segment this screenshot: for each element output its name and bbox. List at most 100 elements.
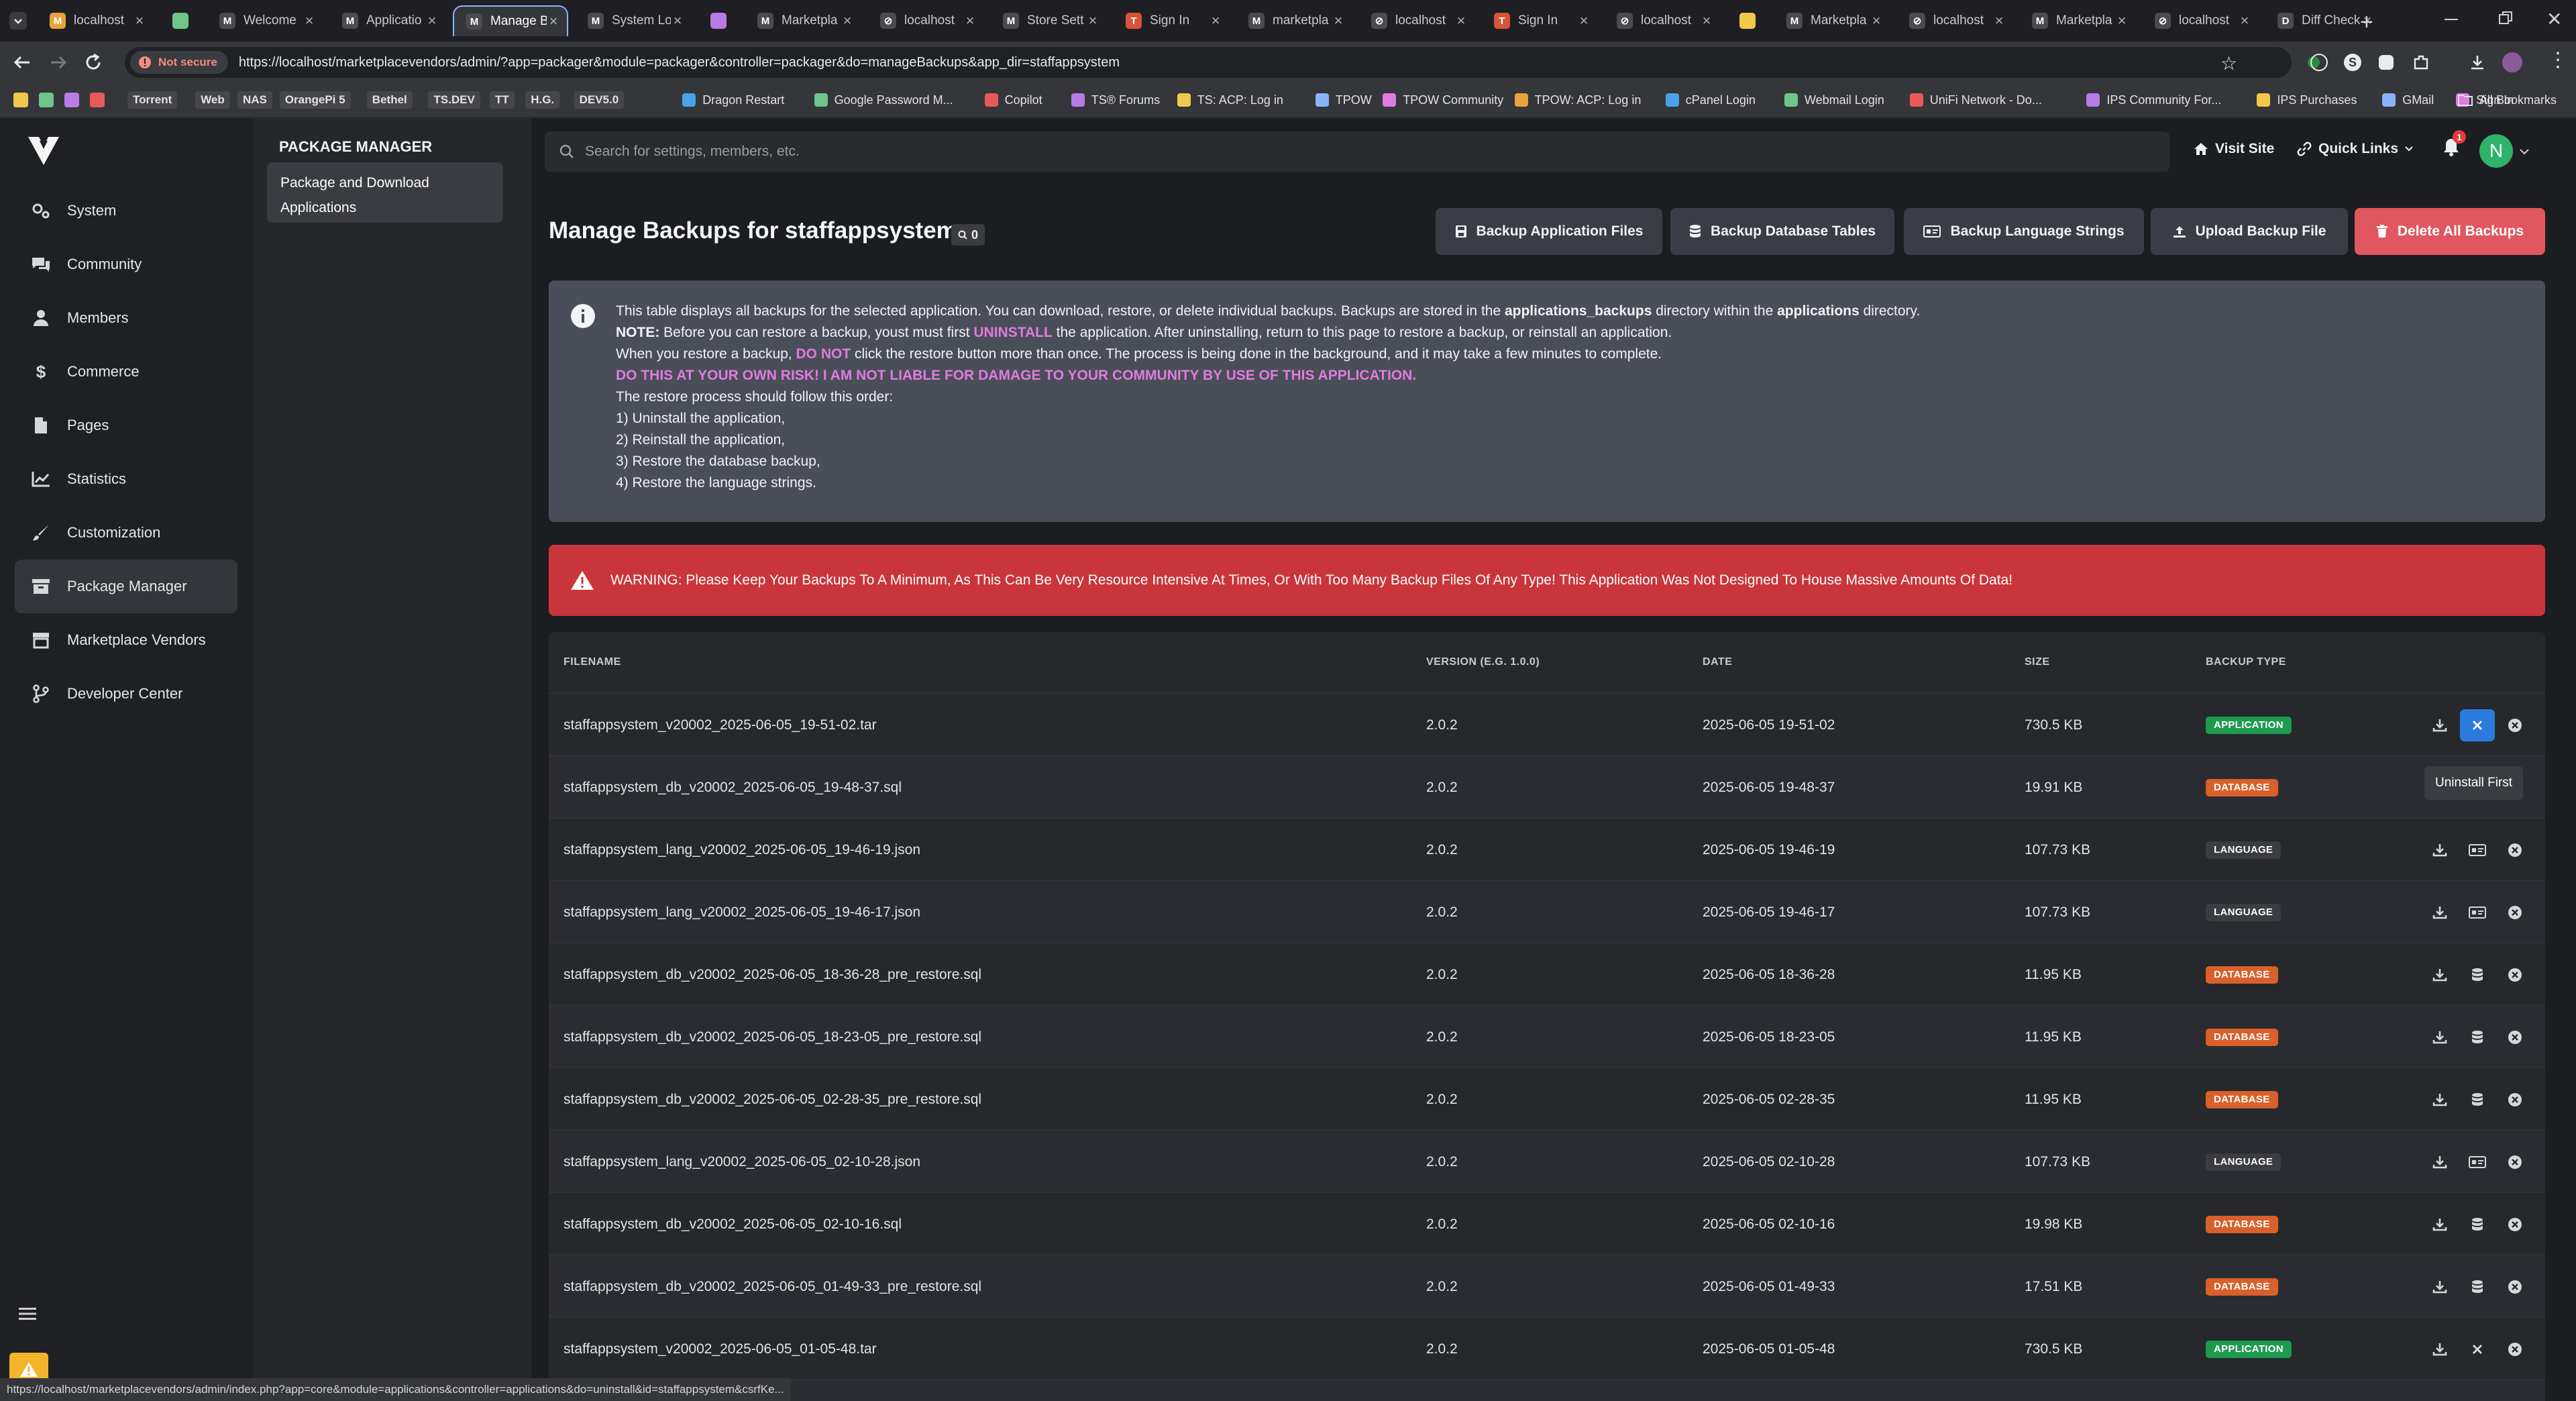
tab-close-icon[interactable]: × bbox=[133, 12, 146, 30]
notifications-bell[interactable]: 1 bbox=[2442, 130, 2466, 157]
delete-backup-icon[interactable] bbox=[2497, 1068, 2533, 1131]
download-backup-icon[interactable] bbox=[2422, 881, 2458, 943]
minimize-button[interactable] bbox=[2445, 19, 2458, 20]
download-backup-icon[interactable] bbox=[2422, 819, 2458, 881]
tab-close-icon[interactable]: × bbox=[547, 13, 560, 30]
user-avatar[interactable]: N bbox=[2479, 134, 2513, 168]
download-backup-icon[interactable] bbox=[2422, 1068, 2458, 1131]
browser-tab[interactable]: M System Lo × bbox=[576, 5, 691, 36]
upload-backup-file-button[interactable]: Upload Backup File bbox=[2151, 208, 2348, 255]
browser-tab[interactable]: Mlocalhost × bbox=[38, 5, 153, 36]
browser-tab[interactable]: ⊘ localhost × bbox=[2143, 5, 2258, 36]
extension-g-icon[interactable] bbox=[2310, 54, 2328, 71]
column-header-size[interactable]: SIZE bbox=[2025, 656, 2050, 668]
subnav-item-package-download[interactable]: Package and Download Applications bbox=[267, 162, 503, 223]
reload-icon[interactable] bbox=[83, 52, 103, 72]
bookmark-item[interactable]: TPOW Community bbox=[1383, 89, 1503, 111]
tab-close-icon[interactable]: × bbox=[1870, 12, 1883, 30]
uninstall-first-icon[interactable] bbox=[2460, 709, 2495, 741]
browser-tab[interactable] bbox=[1727, 5, 1768, 36]
tab-close-icon[interactable]: × bbox=[1332, 12, 1345, 30]
search-bar[interactable] bbox=[545, 132, 2169, 172]
bookmark-item[interactable]: Copilot bbox=[984, 89, 1042, 111]
bookmark-item[interactable]: IPS Community For... bbox=[2086, 89, 2221, 111]
uninstall-first-icon[interactable] bbox=[2459, 1318, 2496, 1380]
restore-database-icon[interactable] bbox=[2459, 1255, 2496, 1318]
bookmark-item[interactable]: Web bbox=[195, 89, 230, 111]
bookmark-yellow-icon[interactable] bbox=[13, 93, 28, 107]
bookmark-item[interactable]: NAS bbox=[237, 89, 272, 111]
sidebar-item-marketplace-vendors[interactable]: Marketplace Vendors bbox=[15, 613, 237, 667]
bookmark-item[interactable]: Webmail Login bbox=[1784, 89, 1884, 111]
tab-close-icon[interactable]: × bbox=[1086, 12, 1099, 30]
restore-database-icon[interactable] bbox=[2459, 943, 2496, 1006]
collapse-menu-icon[interactable] bbox=[19, 1307, 36, 1320]
tab-close-icon[interactable]: × bbox=[2115, 12, 2129, 30]
browser-tab[interactable]: T Sign In × bbox=[1482, 5, 1597, 36]
tab-close-icon[interactable]: × bbox=[671, 12, 684, 30]
forward-arrow-icon[interactable] bbox=[48, 52, 68, 72]
backup-database-tables-button[interactable]: Backup Database Tables bbox=[1670, 208, 1894, 255]
column-header-backup-type[interactable]: BACKUP TYPE bbox=[2206, 656, 2286, 668]
delete-backup-icon[interactable] bbox=[2497, 1318, 2533, 1380]
tab-close-icon[interactable]: × bbox=[1700, 12, 1713, 30]
bookmark-item[interactable]: Torrent bbox=[127, 89, 178, 111]
download-backup-icon[interactable] bbox=[2422, 694, 2458, 756]
browser-tab[interactable]: M Welcome × bbox=[207, 5, 323, 36]
restore-button[interactable] bbox=[2498, 11, 2513, 25]
bookmark-item[interactable]: TS: ACP: Log in bbox=[1177, 89, 1283, 111]
download-backup-icon[interactable] bbox=[2422, 1131, 2458, 1193]
site-logo[interactable] bbox=[27, 136, 60, 166]
delete-backup-icon[interactable] bbox=[2497, 819, 2533, 881]
restore-database-icon[interactable] bbox=[2459, 1068, 2496, 1131]
bookmark-item[interactable]: DEV5.0 bbox=[574, 89, 625, 111]
bookmark-item[interactable]: TPOW bbox=[1315, 89, 1372, 111]
restore-language-icon[interactable] bbox=[2459, 1131, 2496, 1193]
delete-backup-icon[interactable] bbox=[2497, 1193, 2533, 1255]
restore-database-icon[interactable] bbox=[2459, 1006, 2496, 1068]
restore-language-icon[interactable] bbox=[2459, 819, 2496, 881]
sidebar-item-system[interactable]: System bbox=[15, 184, 237, 238]
search-input[interactable] bbox=[584, 143, 2129, 160]
bookmark-item[interactable]: Bethel bbox=[366, 89, 413, 111]
column-header-date[interactable]: DATE bbox=[1703, 656, 1732, 668]
tab-search-icon[interactable] bbox=[9, 12, 27, 30]
delete-backup-icon[interactable] bbox=[2497, 1255, 2533, 1318]
bookmark-green-icon[interactable] bbox=[39, 93, 54, 107]
bookmark-item[interactable]: IPS Purchases bbox=[2257, 89, 2357, 111]
bookmark-item[interactable]: Google Password M... bbox=[814, 89, 953, 111]
delete-backup-icon[interactable] bbox=[2497, 1380, 2533, 1401]
tab-close-icon[interactable]: × bbox=[1577, 12, 1591, 30]
tab-close-icon[interactable]: × bbox=[841, 12, 854, 30]
not-secure-badge[interactable]: Not secure bbox=[130, 51, 228, 74]
restore-database-icon[interactable] bbox=[2459, 1193, 2496, 1255]
browser-tab[interactable]: M Manage B × bbox=[453, 5, 568, 36]
download-backup-icon[interactable] bbox=[2422, 1255, 2458, 1318]
search-count-badge[interactable]: 0 bbox=[951, 224, 985, 246]
back-arrow-icon[interactable] bbox=[12, 52, 32, 72]
browser-tab[interactable]: M Marketpla × bbox=[2020, 5, 2135, 36]
avatar-chevron-down-icon[interactable] bbox=[2520, 149, 2529, 155]
bookmark-item[interactable]: TS® Forums bbox=[1071, 89, 1160, 111]
delete-backup-icon[interactable] bbox=[2497, 694, 2533, 756]
tab-close-icon[interactable]: × bbox=[1209, 12, 1222, 30]
close-window-button[interactable]: ✕ bbox=[2546, 8, 2562, 30]
browser-tab[interactable]: ⊘ localhost × bbox=[868, 5, 983, 36]
bookmark-item[interactable]: TS.DEV bbox=[428, 89, 480, 111]
sidebar-item-pages[interactable]: Pages bbox=[15, 399, 237, 452]
sidebar-item-developer-center[interactable]: Developer Center bbox=[15, 667, 237, 721]
extensions-puzzle-icon[interactable] bbox=[2412, 54, 2430, 71]
uninstall-first-icon[interactable] bbox=[2459, 1380, 2496, 1401]
browser-tab[interactable]: ⊘ localhost × bbox=[1359, 5, 1474, 36]
download-backup-icon[interactable] bbox=[2422, 1006, 2458, 1068]
download-icon[interactable] bbox=[2469, 54, 2486, 71]
sidebar-item-community[interactable]: Community bbox=[15, 238, 237, 291]
delete-backup-icon[interactable] bbox=[2497, 1006, 2533, 1068]
browser-tab[interactable]: ⊘ localhost × bbox=[1605, 5, 1720, 36]
all-bookmarks-link[interactable]: All Bookmarks bbox=[2458, 89, 2557, 111]
column-header-version[interactable]: VERSION (E.G. 1.0.0) bbox=[1426, 656, 1540, 668]
backup-language-strings-button[interactable]: Backup Language Strings bbox=[1904, 208, 2144, 255]
sidebar-item-commerce[interactable]: $ Commerce bbox=[15, 345, 237, 399]
browser-tab[interactable] bbox=[160, 5, 201, 36]
tab-close-icon[interactable]: × bbox=[2238, 12, 2251, 30]
